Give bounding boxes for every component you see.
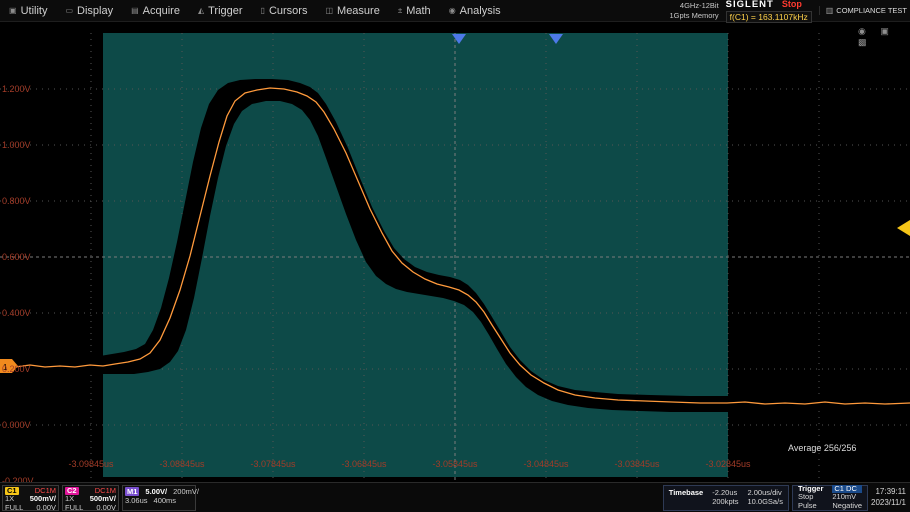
top-menu-bar: ▣ Utility ▭ Display ▤ Acquire ◭ Trigger ▯ Cursors…	[0, 0, 910, 22]
x-axis-label: -3.04845us	[523, 459, 568, 469]
run-state-indicator[interactable]: Stop	[782, 0, 802, 9]
x-axis-label: -3.03845us	[614, 459, 659, 469]
menu-item-acquire[interactable]: ▤ Acquire	[122, 0, 189, 21]
menu-item-label: Math	[406, 5, 430, 17]
x-axis-label: -3.08845us	[159, 459, 204, 469]
menu-item-label: Measure	[337, 5, 380, 17]
menu-item-cursors[interactable]: ▯ Cursors	[252, 0, 317, 21]
menu-item-display[interactable]: ▭ Display	[56, 0, 122, 21]
menu-item-label: Acquire	[143, 5, 180, 17]
measure-icon: ◫	[325, 6, 333, 15]
c2-offset: 0.00V	[96, 504, 116, 512]
y-axis-label: 0.800V	[2, 196, 31, 206]
graticule-canvas[interactable]: 1	[0, 0, 910, 512]
c1-bandwidth: FULL	[5, 504, 23, 512]
cursors-icon: ▯	[261, 6, 265, 15]
y-axis-label: 1.000V	[2, 140, 31, 150]
x-axis-label: -3.07845us	[250, 459, 295, 469]
bottom-status-bar: C1DC1M1X500mV/FULL0.00VC2DC1M1X500mV/FUL…	[0, 482, 910, 512]
menu-item-measure[interactable]: ◫ Measure	[316, 0, 388, 21]
menu-item-label: Display	[77, 5, 113, 17]
menu-item-label: Trigger	[208, 5, 242, 17]
m1-descriptor-box[interactable]: M1 5.00V/ 200mV/ 3.06us 400ms	[122, 485, 196, 511]
c1-descriptor-box[interactable]: C1DC1M1X500mV/FULL0.00V	[2, 485, 59, 511]
clock-time: 17:39:11	[871, 487, 906, 497]
menu-item-label: Cursors	[269, 5, 308, 17]
math-icon: ±	[398, 6, 402, 15]
channel-boxes: C1DC1M1X500mV/FULL0.00VC2DC1M1X500mV/FUL…	[2, 485, 119, 511]
c2-descriptor-box[interactable]: C2DC1M1X500mV/FULL0.00V	[62, 485, 119, 511]
oscilloscope-screen: 1 1.200V 1.000V 0.800V 0.600V 0.400V 0.200V 0.…	[0, 0, 910, 512]
menu-item-trigger[interactable]: ◭ Trigger	[189, 0, 252, 21]
brand-status-box: SIGLENT Stop f(C1) = 163.1107kHz	[726, 0, 812, 23]
menu-item-label: Analysis	[460, 5, 501, 17]
y-axis-label: 1.200V	[2, 84, 31, 94]
y-axis-label: 0.400V	[2, 308, 31, 318]
utility-icon: ▣	[9, 6, 17, 15]
compliance-test-button[interactable]: ▥ COMPLIANCE TEST	[819, 6, 907, 15]
clock-date: 2023/11/1	[871, 498, 906, 508]
memory-spec: 1Gpts Memory	[669, 11, 718, 20]
menu-item-analysis[interactable]: ◉ Analysis	[440, 0, 510, 21]
menu-item-utility[interactable]: ▣ Utility	[0, 0, 56, 21]
scope-specs: 4GHz-12Bit 1Gpts Memory	[669, 1, 718, 20]
topbar-status-cluster: 4GHz-12Bit 1Gpts Memory SIGLENT Stop f(C…	[669, 0, 910, 23]
c2-bandwidth: FULL	[65, 504, 83, 512]
average-count-label: Average 256/256	[788, 443, 856, 453]
acquire-icon: ▤	[131, 6, 139, 15]
y-axis-label: 0.200V	[2, 364, 31, 374]
waveform-display[interactable]: 1 1.200V 1.000V 0.800V 0.600V 0.400V 0.200V 0.…	[0, 0, 910, 512]
menu-item-label: Utility	[21, 5, 48, 17]
bandwidth-spec: 4GHz-12Bit	[669, 1, 718, 10]
x-axis-label: -3.09845us	[68, 459, 113, 469]
m1-vscale1: 5.00V/	[145, 487, 167, 497]
timebase-descriptor-box[interactable]: Timebase -2.20us 2.00us/div 200kpts 10.0…	[663, 485, 789, 511]
compliance-test-label: COMPLIANCE TEST	[836, 6, 907, 15]
trigger-type: Pulse	[798, 502, 823, 511]
timebase-title: Timebase	[669, 489, 703, 498]
trigger-level-marker[interactable]	[897, 220, 910, 236]
timebase-points: 200kpts	[712, 498, 738, 507]
m1-tscale2: 400ms	[154, 496, 177, 506]
m1-tscale1: 3.06us	[125, 496, 148, 506]
plot-corner-icons[interactable]: ◉ ▣ ▩	[858, 26, 910, 48]
compliance-test-icon: ▥	[826, 6, 834, 15]
trigger-descriptor-box[interactable]: Trigger C1 DC Stop 210mV Pulse Negative	[792, 485, 868, 511]
x-axis-label: -3.06845us	[341, 459, 386, 469]
y-axis-label: 0.600V	[2, 252, 31, 262]
brand-logo: SIGLENT	[726, 0, 774, 10]
main-menu: ▣ Utility ▭ Display ▤ Acquire ◭ Trigger ▯ Cursors…	[0, 0, 510, 21]
trigger-icon: ◭	[198, 6, 204, 15]
y-axis-label: 0.000V	[2, 420, 31, 430]
display-icon: ▭	[65, 6, 73, 15]
m1-vscale2: 200mV/	[173, 487, 199, 497]
x-axis-label: -3.05845us	[432, 459, 477, 469]
menu-item-math[interactable]: ± Math	[389, 0, 440, 21]
c1-offset: 0.00V	[36, 504, 56, 512]
timebase-sample-rate: 10.0GSa/s	[748, 498, 783, 507]
x-axis-label: -3.02845us	[705, 459, 750, 469]
trigger-slope: Negative	[832, 502, 862, 511]
m1-label: M1	[125, 487, 139, 497]
frequency-counter: f(C1) = 163.1107kHz	[726, 11, 812, 23]
analysis-icon: ◉	[449, 6, 456, 15]
clock: 17:39:11 2023/11/1	[871, 487, 908, 508]
